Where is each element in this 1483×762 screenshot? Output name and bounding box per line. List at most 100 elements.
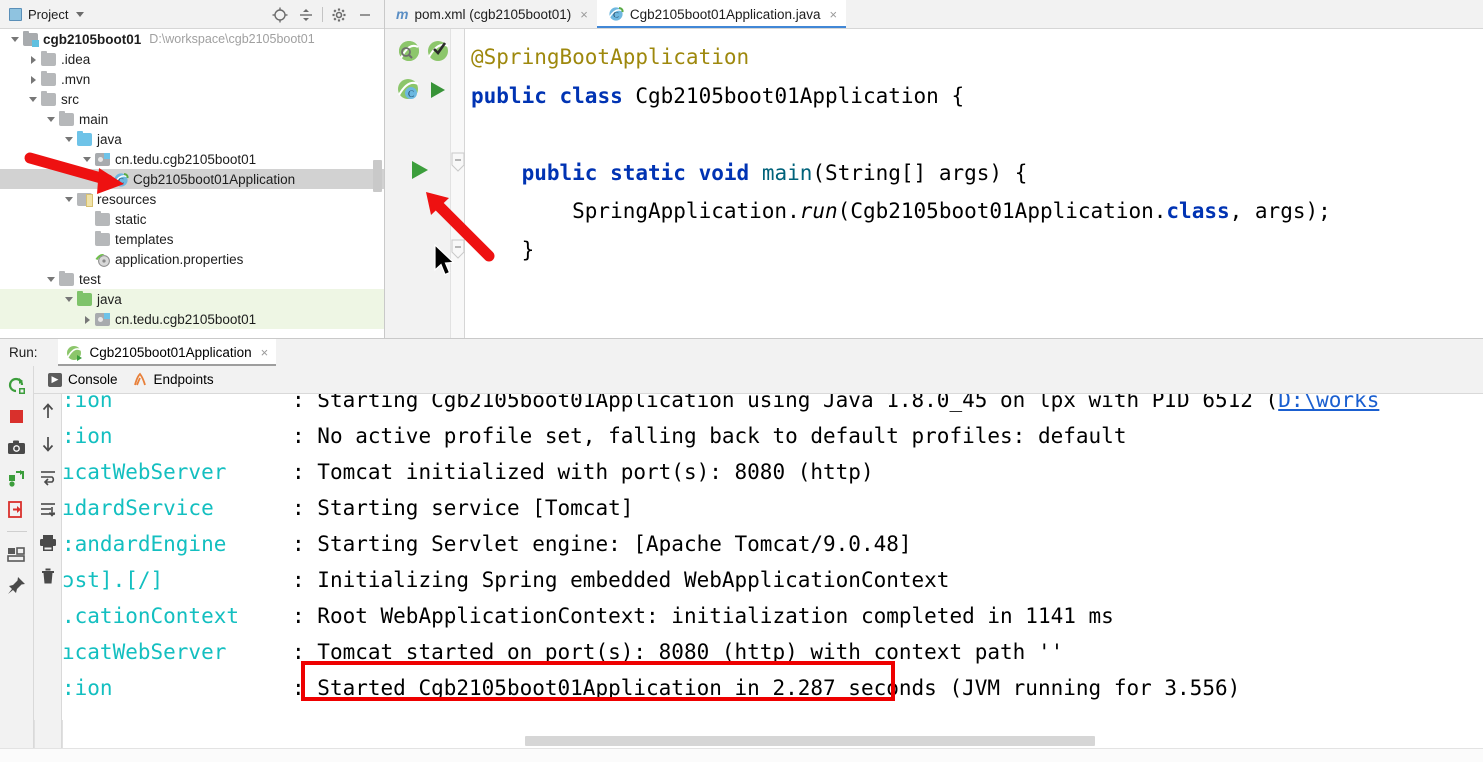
layout-icon[interactable] — [6, 543, 28, 565]
folder-icon — [59, 270, 74, 286]
chevron-down-icon[interactable] — [46, 274, 57, 285]
chevron-right-icon[interactable] — [82, 314, 93, 325]
rerun-icon[interactable] — [6, 374, 28, 396]
code-token: static — [610, 160, 699, 185]
tree-node-mvn[interactable]: .mvn — [0, 69, 384, 89]
chevron-down-icon[interactable] — [46, 114, 57, 125]
exit-icon[interactable] — [6, 498, 28, 520]
down-arrow-icon[interactable] — [37, 433, 59, 455]
editor-tab-2[interactable]: C Cgb2105boot01Application.java × — [596, 0, 847, 28]
console-line: ıcatWebServer: Tomcat initialized with p… — [62, 454, 1483, 490]
panel-divider-2 — [62, 720, 63, 748]
console-logger-name: ɔst].[/] — [62, 568, 164, 592]
tree-node-cgb2105boot01application[interactable]: C Cgb2105boot01Application — [0, 169, 384, 189]
code-token: class — [559, 83, 636, 108]
up-arrow-icon[interactable] — [37, 400, 59, 422]
pin-icon[interactable] — [6, 574, 28, 596]
chevron-right-icon[interactable] — [28, 54, 39, 65]
tree-node-java[interactable]: java — [0, 289, 384, 309]
tab-endpoints-label: Endpoints — [153, 372, 214, 387]
spring-class-icon: C — [608, 6, 624, 22]
tab-endpoints[interactable]: Endpoints — [130, 372, 226, 388]
code-editor-content[interactable]: @SpringBootApplication public class Cgb21… — [465, 29, 1483, 338]
editor-tab-label: pom.xml (cgb2105boot01) — [414, 6, 572, 22]
console-separator: : — [292, 394, 305, 412]
locate-icon[interactable] — [267, 2, 293, 28]
spring-run-icon — [66, 345, 82, 361]
console-logger-name: ıdardService — [62, 496, 214, 520]
chevron-down-icon[interactable] — [64, 134, 75, 145]
svg-text:C: C — [613, 9, 619, 19]
tree-node-templates[interactable]: templates — [0, 229, 384, 249]
tree-node-cgb2105boot01[interactable]: cgb2105boot01 D:\workspace\cgb2105boot01 — [0, 29, 384, 49]
chevron-down-icon[interactable] — [64, 194, 75, 205]
folder-icon — [95, 210, 110, 226]
console-line: :andardEngine: Starting Servlet engine: … — [62, 526, 1483, 562]
run-actions-toolbar — [0, 366, 34, 762]
run-configuration-tab[interactable]: Cgb2105boot01Application × — [57, 339, 277, 366]
tree-node-main[interactable]: main — [0, 109, 384, 129]
tree-node-test[interactable]: test — [0, 269, 384, 289]
gear-icon[interactable] — [326, 2, 352, 28]
project-title-group[interactable]: Project — [0, 7, 85, 22]
chevron-down-icon[interactable] — [28, 94, 39, 105]
console-logger-name: :ion — [62, 394, 113, 412]
tab-console[interactable]: ▶ Console — [46, 372, 130, 387]
project-folder-icon — [23, 30, 39, 47]
tree-node-label: test — [79, 271, 101, 287]
project-tree-scrollbar[interactable] — [373, 160, 382, 192]
close-icon[interactable]: × — [261, 345, 269, 360]
minimize-icon[interactable] — [352, 2, 378, 28]
screenshot-icon[interactable] — [6, 436, 28, 458]
scroll-to-end-icon[interactable] — [37, 499, 59, 521]
console-output[interactable]: :ion: Starting Cgb2105boot01Application … — [62, 394, 1483, 726]
console-separator: : — [292, 532, 305, 556]
chevron-down-icon[interactable] — [64, 294, 75, 305]
chevron-down-icon[interactable] — [10, 34, 21, 45]
trash-icon[interactable] — [37, 565, 59, 587]
tree-node-src[interactable]: src — [0, 89, 384, 109]
fold-marker-icon — [451, 152, 465, 172]
tree-node-path: D:\workspace\cgb2105boot01 — [149, 32, 315, 46]
tree-node-label: java — [97, 291, 122, 307]
console-separator: : — [292, 640, 305, 664]
chevron-down-icon[interactable] — [76, 11, 85, 17]
print-icon[interactable] — [37, 532, 59, 554]
svg-text:C: C — [118, 175, 124, 185]
tree-node-cn-tedu-cgb2105boot01[interactable]: cn.tedu.cgb2105boot01 — [0, 149, 384, 169]
stop-icon[interactable] — [6, 405, 28, 427]
run-window-header: Run: Cgb2105boot01Application × — [0, 339, 1483, 366]
run-method-icon[interactable] — [408, 158, 432, 187]
code-token: , args); — [1229, 199, 1331, 223]
editor-tab-1[interactable]: m pom.xml (cgb2105boot01) × — [385, 0, 597, 28]
spring-config-check-icon[interactable] — [425, 38, 451, 69]
collapse-all-icon[interactable] — [293, 2, 319, 28]
tree-node-idea[interactable]: .idea — [0, 49, 384, 69]
soft-wrap-icon[interactable] — [37, 466, 59, 488]
folder-icon — [59, 110, 74, 126]
console-file-link[interactable]: D:\works — [1278, 394, 1379, 418]
ide-window: Project cgb2105boot01 D:\workspace\cgb21… — [0, 0, 1483, 762]
chevron-right-icon[interactable] — [28, 74, 39, 85]
tree-node-static[interactable]: static — [0, 209, 384, 229]
tree-node-cn-tedu-cgb2105boot01[interactable]: cn.tedu.cgb2105boot01 — [0, 309, 384, 329]
chevron-down-icon[interactable] — [82, 154, 93, 165]
console-logger-name: ıcatWebServer — [62, 640, 227, 664]
run-class-icon[interactable] — [427, 79, 449, 106]
spring-bean-icon[interactable]: C — [396, 77, 422, 108]
svg-text:C: C — [408, 89, 414, 99]
project-tree[interactable]: cgb2105boot01 D:\workspace\cgb2105boot01.… — [0, 29, 384, 338]
tree-node-application-properties[interactable]: application.properties — [0, 249, 384, 269]
code-token: main — [761, 160, 813, 185]
console-line: ıdardService: Starting service [Tomcat] — [62, 490, 1483, 526]
close-icon[interactable]: × — [830, 7, 838, 22]
tree-node-resources[interactable]: resources — [0, 189, 384, 209]
close-icon[interactable]: × — [580, 7, 588, 22]
console-logger-name: ıcatWebServer — [62, 460, 227, 484]
tree-node-java[interactable]: java — [0, 129, 384, 149]
thread-dump-icon[interactable] — [6, 467, 28, 489]
console-separator: : — [292, 496, 305, 520]
spring-bean-search-icon[interactable] — [396, 38, 422, 69]
console-horizontal-scrollbar[interactable] — [525, 736, 1095, 746]
